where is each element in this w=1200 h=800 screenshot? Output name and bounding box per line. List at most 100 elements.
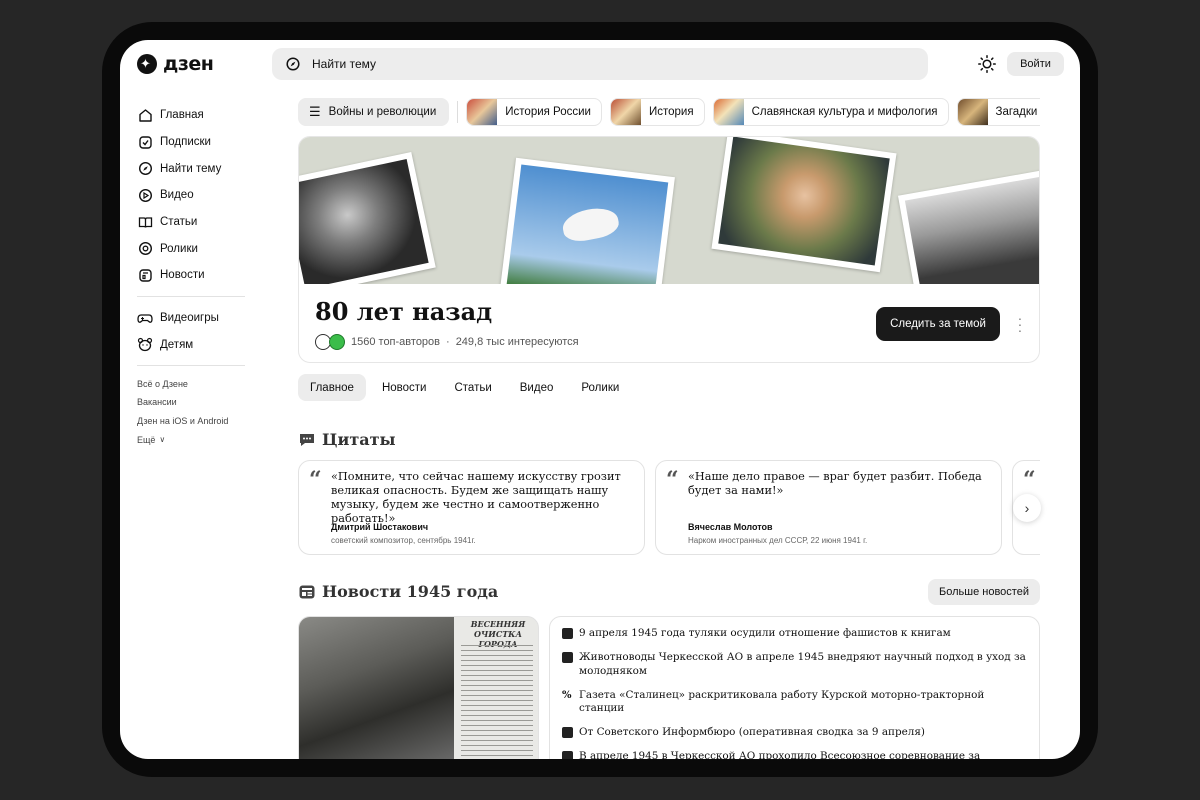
chip-thumbnail xyxy=(610,99,641,125)
news-item-text: От Советского Информбюро (оперативная св… xyxy=(579,726,925,738)
topic-title: 80 лет назад xyxy=(315,297,493,326)
footer-link-vacancies[interactable]: Вакансии xyxy=(137,393,247,412)
tab-news[interactable]: Новости xyxy=(370,374,439,401)
quote-role: советский композитор, сентябрь 1941г. xyxy=(331,536,476,545)
news-newspaper-image[interactable]: ВЕСЕННЯЯ ОЧИСТКА ГОРОДА xyxy=(298,616,539,759)
chip-label: История xyxy=(648,106,694,118)
compass-icon xyxy=(286,57,300,71)
chip-active-topic[interactable]: ☰ Войны и революции xyxy=(298,98,450,126)
tab-video[interactable]: Видео xyxy=(508,374,566,401)
newspaper-columns xyxy=(461,645,533,759)
banner-photo xyxy=(499,157,675,284)
bear-icon xyxy=(137,337,153,353)
news-item[interactable]: В апреле 1945 в Черкесской АО проходило … xyxy=(562,750,1027,759)
chip-thumbnail xyxy=(957,99,988,125)
sidebar-item-label: Статьи xyxy=(160,216,198,229)
chip-topic[interactable]: Загадки и xyxy=(956,98,1041,126)
quotes-carousel: “ «Помните, что сейчас нашему искусству … xyxy=(298,460,1040,556)
footer-more-label: Ещё xyxy=(137,434,156,445)
news-item[interactable]: % Газета «Сталинец» раскритиковала работ… xyxy=(562,689,1027,716)
news-list: 9 апреля 1945 года туляки осудили отноше… xyxy=(549,616,1040,759)
footer-link-more[interactable]: Ещё ∨ xyxy=(137,430,247,449)
chip-label: Войны и революции xyxy=(328,106,437,118)
chip-label: История России xyxy=(505,106,591,118)
news-item[interactable]: От Советского Информбюро (оперативная св… xyxy=(562,726,1027,740)
sidebar-item-label: Подписки xyxy=(160,136,211,149)
quote-text: «Помните, что сейчас нашему искусству гр… xyxy=(331,470,621,525)
quote-author: Дмитрий Шостакович xyxy=(331,522,429,532)
news-heading: Новости 1945 года xyxy=(298,582,498,601)
sidebar-item-news[interactable]: Новости xyxy=(137,262,247,289)
compass-icon xyxy=(137,161,153,177)
more-news-button[interactable]: Больше новостей xyxy=(928,579,1040,605)
news-item[interactable]: Животноводы Черкесской АО в апреле 1945 … xyxy=(562,651,1027,678)
meta-separator: · xyxy=(446,336,450,348)
sidebar: Главная Подписки Найти тему Видео Статьи… xyxy=(137,102,247,449)
chip-label: Славянская культура и мифология xyxy=(751,106,938,118)
speech-bubble-icon xyxy=(300,433,314,446)
topic-chips: ☰ Войны и революции История России Истор… xyxy=(298,98,1040,128)
chip-separator xyxy=(457,101,459,123)
tab-articles[interactable]: Статьи xyxy=(442,374,503,401)
source-logo-icon xyxy=(562,727,573,738)
login-button[interactable]: Войти xyxy=(1007,52,1064,76)
sidebar-item-label: Найти тему xyxy=(160,162,222,175)
sidebar-item-shorts[interactable]: Ролики xyxy=(137,235,247,262)
tab-main[interactable]: Главное xyxy=(298,374,366,401)
quote-mark-icon: “ xyxy=(666,467,679,493)
quote-text: «Наше дело правое — враг будет разбит. П… xyxy=(688,470,982,497)
search-input[interactable] xyxy=(312,57,872,71)
search-bar[interactable] xyxy=(272,48,928,80)
sidebar-item-kids[interactable]: Детям xyxy=(137,332,247,359)
newspaper-icon xyxy=(299,585,315,598)
news-item-text: Газета «Сталинец» раскритиковала работу … xyxy=(579,688,985,715)
sidebar-item-articles[interactable]: Статьи xyxy=(137,209,247,236)
quote-card[interactable]: “ «Помните, что сейчас нашему искусству … xyxy=(298,460,645,555)
menu-icon: ☰ xyxy=(309,104,321,119)
source-logo-icon xyxy=(562,628,573,639)
news-item-text: 9 апреля 1945 года туляки осудили отноше… xyxy=(579,627,951,639)
news-item-text: Животноводы Черкесской АО в апреле 1945 … xyxy=(579,651,1026,677)
chip-thumbnail xyxy=(713,99,744,125)
chip-topic[interactable]: Славянская культура и мифология xyxy=(712,98,949,126)
chip-topic[interactable]: История России xyxy=(466,98,602,126)
sidebar-item-home[interactable]: Главная xyxy=(137,102,247,129)
sidebar-item-label: Видео xyxy=(160,189,194,202)
source-logo-icon xyxy=(562,652,573,663)
news-item[interactable]: 9 апреля 1945 года туляки осудили отноше… xyxy=(562,627,1027,641)
interested-count: 249,8 тыс интересуются xyxy=(455,336,579,348)
sidebar-divider xyxy=(137,295,245,297)
quote-role: Нарком иностранных дел СССР, 22 июня 194… xyxy=(688,536,868,545)
sidebar-item-videogames[interactable]: Видеоигры xyxy=(137,305,247,332)
shorts-icon xyxy=(137,241,153,257)
footer-link-about[interactable]: Всё о Дзене xyxy=(137,374,247,393)
sidebar-item-find-topic[interactable]: Найти тему xyxy=(137,155,247,182)
logo-text: дзен xyxy=(163,53,214,75)
book-icon xyxy=(137,214,153,230)
quote-card[interactable]: “ «Наше дело правое — враг будет разбит.… xyxy=(655,460,1002,555)
newspaper-photo xyxy=(299,617,454,759)
follow-topic-button[interactable]: Следить за темой xyxy=(876,307,1000,341)
chip-label: Загадки и xyxy=(995,106,1041,118)
chip-thumbnail xyxy=(467,99,498,125)
tab-shorts[interactable]: Ролики xyxy=(569,374,631,401)
footer-link-apps[interactable]: Дзен на iOS и Android xyxy=(137,412,247,431)
logo-mark-icon xyxy=(137,54,157,74)
gamepad-icon xyxy=(137,310,153,326)
banner-photo xyxy=(299,151,436,284)
carousel-next-chevron-icon[interactable]: › xyxy=(1013,494,1041,522)
sidebar-item-label: Ролики xyxy=(160,242,198,255)
subscriptions-icon xyxy=(137,134,153,150)
sidebar-item-subscriptions[interactable]: Подписки xyxy=(137,129,247,156)
news-icon xyxy=(137,267,153,283)
logo[interactable]: дзен xyxy=(137,53,214,75)
topic-tabs: Главное Новости Статьи Видео Ролики xyxy=(298,374,631,401)
banner-photo xyxy=(711,137,897,273)
chip-topic[interactable]: История xyxy=(609,98,705,126)
sidebar-divider xyxy=(137,365,245,367)
theme-toggle-sun-icon[interactable] xyxy=(976,53,998,75)
more-options-icon[interactable]: · · · xyxy=(1013,311,1027,337)
sidebar-item-label: Новости xyxy=(160,269,205,282)
sidebar-item-video[interactable]: Видео xyxy=(137,182,247,209)
sidebar-item-label: Видеоигры xyxy=(160,312,219,325)
